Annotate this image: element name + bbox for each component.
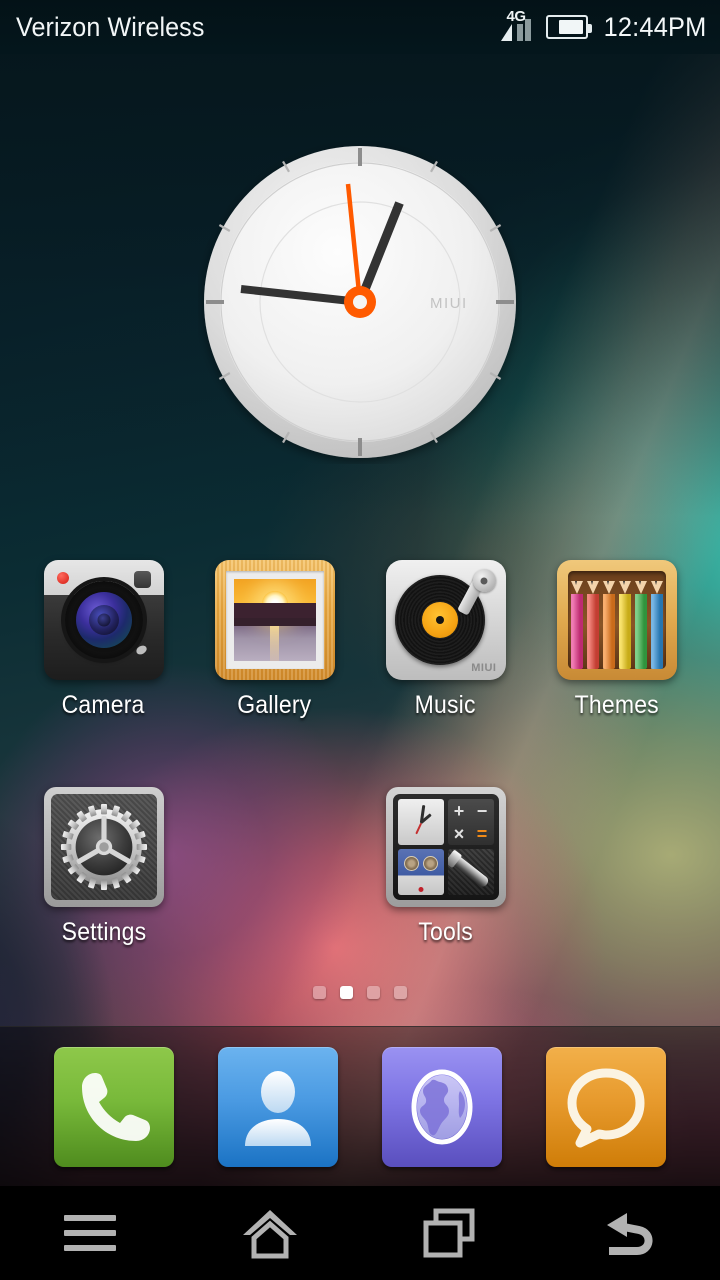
- app-label: Tools: [418, 918, 473, 946]
- back-button[interactable]: [540, 1186, 720, 1280]
- app-label: Settings: [61, 918, 146, 946]
- app-row-1: Camera Gallery MIUI Music Themes: [0, 560, 720, 720]
- app-row-2: Settings + − × = Tools: [0, 787, 720, 947]
- gallery-icon[interactable]: [214, 560, 335, 680]
- status-bar[interactable]: Verizon Wireless 4G 12:44PM: [0, 0, 720, 54]
- themes-icon[interactable]: [556, 560, 677, 680]
- status-clock: 12:44PM: [603, 11, 706, 42]
- dock-item-browser[interactable]: [360, 1046, 524, 1167]
- camera-icon[interactable]: [43, 560, 164, 680]
- page-dot-2[interactable]: [340, 986, 353, 999]
- menu-icon: [64, 1215, 116, 1251]
- home-icon: [243, 1210, 297, 1259]
- status-icons: 4G 12:44PM: [500, 8, 706, 44]
- analog-clock-widget[interactable]: MIUI: [198, 140, 522, 464]
- menu-button[interactable]: [0, 1186, 180, 1280]
- camera-shutter-button: [133, 571, 151, 588]
- signal-bar-4: [524, 19, 531, 41]
- globe-icon[interactable]: [382, 1046, 502, 1167]
- app-label: Themes: [574, 691, 659, 719]
- carrier-label: Verizon Wireless: [16, 11, 205, 42]
- app-label: Camera: [62, 691, 145, 719]
- speech-bubble-icon[interactable]: [546, 1046, 666, 1167]
- calculator-icon: + − × =: [447, 799, 494, 845]
- app-label: Gallery: [237, 691, 312, 719]
- page-dot-4[interactable]: [394, 986, 407, 999]
- dock-item-messaging[interactable]: [524, 1046, 688, 1167]
- recents-icon: [423, 1208, 475, 1258]
- music-brand-label: MIUI: [471, 662, 497, 674]
- music-icon[interactable]: MIUI: [385, 560, 506, 680]
- page-dot-1[interactable]: [313, 986, 326, 999]
- clock-icon: [397, 799, 444, 845]
- clock-brand-label: MIUI: [430, 295, 468, 312]
- dock-item-contacts[interactable]: [196, 1046, 360, 1167]
- app-camera[interactable]: Camera: [18, 560, 189, 720]
- navigation-bar: [0, 1186, 720, 1280]
- app-tools-folder[interactable]: + − × = Tools: [360, 787, 531, 947]
- dock: [0, 1026, 720, 1186]
- pencil-set: [570, 581, 663, 669]
- gallery-photo-thumbnail: [233, 579, 316, 661]
- signal-bar-3: [516, 24, 523, 41]
- gear-icon: [60, 804, 147, 890]
- back-icon: [607, 1213, 653, 1255]
- recents-button[interactable]: [360, 1186, 540, 1280]
- phone-icon[interactable]: [54, 1046, 174, 1167]
- home-button[interactable]: [180, 1186, 360, 1280]
- settings-icon[interactable]: [43, 787, 164, 907]
- camera-record-dot: [56, 572, 69, 584]
- app-grid: Camera Gallery MIUI Music Themes Setting…: [0, 560, 720, 947]
- signal-icon: 4G: [500, 8, 537, 44]
- tools-folder-icon[interactable]: + − × =: [385, 787, 506, 907]
- app-themes[interactable]: Themes: [531, 560, 702, 720]
- app-gallery[interactable]: Gallery: [189, 560, 360, 720]
- recorder-icon: [397, 849, 444, 895]
- page-dot-3[interactable]: [367, 986, 380, 999]
- contacts-icon[interactable]: [218, 1046, 338, 1167]
- battery-icon: [545, 15, 592, 39]
- dock-item-phone[interactable]: [32, 1046, 196, 1167]
- camera-lens: [64, 581, 143, 659]
- app-label: Music: [414, 691, 476, 719]
- signal-bar-fill: [500, 24, 512, 41]
- page-indicator[interactable]: [0, 986, 720, 999]
- app-music[interactable]: MIUI Music: [360, 560, 531, 720]
- home-screen: Verizon Wireless 4G 12:44PM MIUI Camera …: [0, 0, 720, 1280]
- flashlight-icon: [447, 849, 494, 895]
- app-settings[interactable]: Settings: [18, 787, 189, 947]
